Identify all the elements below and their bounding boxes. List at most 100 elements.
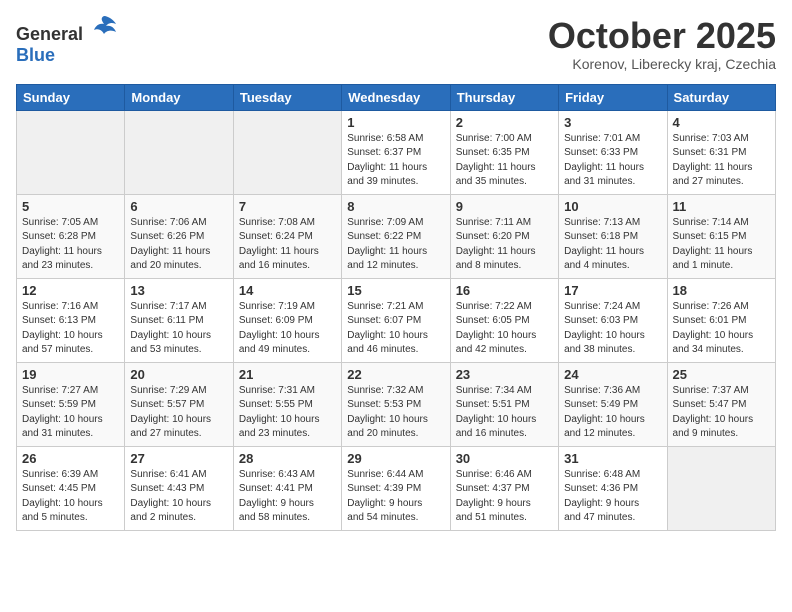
day-info: Sunrise: 7:13 AM Sunset: 6:18 PM Dayligh… [564,216,661,274]
day-info: Sunrise: 7:31 AM Sunset: 5:55 PM Dayligh… [239,384,336,442]
calendar-cell: 4Sunrise: 7:03 AM Sunset: 6:31 PM Daylig… [667,110,775,194]
calendar-cell: 8 Sunrise: 7:09 AM Sunset: 6:22 PM Daylig… [342,194,450,278]
day-info: Sunrise: 7:22 AM Sunset: 6:05 PM Dayligh… [456,300,553,358]
calendar-week-row: 1Sunrise: 6:58 AM Sunset: 6:37 PM Daylig… [17,110,776,194]
day-info: Sunrise: 7:27 AM Sunset: 5:59 PM Dayligh… [22,384,119,442]
day-number: 25 [673,367,770,382]
day-number: 26 [22,451,119,466]
day-info: Sunrise: 6:44 AM Sunset: 4:39 PM Dayligh… [347,468,444,526]
day-info: Sunrise: 6:43 AM Sunset: 4:41 PM Dayligh… [239,468,336,526]
day-info: Sunrise: 6:46 AM Sunset: 4:37 PM Dayligh… [456,468,553,526]
day-number: 14 [239,283,336,298]
calendar-cell: 2Sunrise: 7:00 AM Sunset: 6:35 PM Daylig… [450,110,558,194]
calendar-cell: 15Sunrise: 7:21 AM Sunset: 6:07 PM Dayli… [342,278,450,362]
weekday-header-saturday: Saturday [667,84,775,110]
day-number: 9 [456,199,553,214]
calendar-cell: 29 Sunrise: 6:44 AM Sunset: 4:39 PM Dayli… [342,446,450,530]
day-number: 8 [347,199,444,214]
day-info: Sunrise: 7:36 AM Sunset: 5:49 PM Dayligh… [564,384,661,442]
calendar-cell: 31 Sunrise: 6:48 AM Sunset: 4:36 PM Dayli… [559,446,667,530]
day-number: 13 [130,283,227,298]
day-number: 10 [564,199,661,214]
calendar-week-row: 12Sunrise: 7:16 AM Sunset: 6:13 PM Dayli… [17,278,776,362]
day-number: 4 [673,115,770,130]
day-number: 6 [130,199,227,214]
calendar-cell: 1Sunrise: 6:58 AM Sunset: 6:37 PM Daylig… [342,110,450,194]
calendar-cell: 16 Sunrise: 7:22 AM Sunset: 6:05 PM Dayli… [450,278,558,362]
day-info: Sunrise: 6:48 AM Sunset: 4:36 PM Dayligh… [564,468,661,526]
calendar-cell: 28 Sunrise: 6:43 AM Sunset: 4:41 PM Dayli… [233,446,341,530]
calendar-cell [233,110,341,194]
day-number: 2 [456,115,553,130]
day-info: Sunrise: 7:26 AM Sunset: 6:01 PM Dayligh… [673,300,770,358]
logo-general: General [16,24,83,44]
day-info: Sunrise: 7:17 AM Sunset: 6:11 PM Dayligh… [130,300,227,358]
calendar-cell: 17Sunrise: 7:24 AM Sunset: 6:03 PM Dayli… [559,278,667,362]
calendar-cell: 3 Sunrise: 7:01 AM Sunset: 6:33 PM Daylig… [559,110,667,194]
calendar-week-row: 26 Sunrise: 6:39 AM Sunset: 4:45 PM Dayli… [17,446,776,530]
day-info: Sunrise: 7:24 AM Sunset: 6:03 PM Dayligh… [564,300,661,358]
calendar-cell: 19 Sunrise: 7:27 AM Sunset: 5:59 PM Dayli… [17,362,125,446]
day-info: Sunrise: 6:39 AM Sunset: 4:45 PM Dayligh… [22,468,119,526]
day-number: 22 [347,367,444,382]
day-number: 23 [456,367,553,382]
day-number: 28 [239,451,336,466]
weekday-header-sunday: Sunday [17,84,125,110]
logo-blue: Blue [16,45,55,65]
title-block: October 2025 Korenov, Liberecky kraj, Cz… [548,16,776,72]
calendar-table: SundayMondayTuesdayWednesdayThursdayFrid… [16,84,776,531]
day-info: Sunrise: 7:06 AM Sunset: 6:26 PM Dayligh… [130,216,227,274]
day-number: 30 [456,451,553,466]
day-info: Sunrise: 7:19 AM Sunset: 6:09 PM Dayligh… [239,300,336,358]
day-number: 7 [239,199,336,214]
day-number: 19 [22,367,119,382]
day-number: 21 [239,367,336,382]
day-info: Sunrise: 7:34 AM Sunset: 5:51 PM Dayligh… [456,384,553,442]
calendar-cell: 7 Sunrise: 7:08 AM Sunset: 6:24 PM Daylig… [233,194,341,278]
day-number: 24 [564,367,661,382]
weekday-header-tuesday: Tuesday [233,84,341,110]
day-info: Sunrise: 7:08 AM Sunset: 6:24 PM Dayligh… [239,216,336,274]
day-number: 3 [564,115,661,130]
day-number: 29 [347,451,444,466]
day-info: Sunrise: 7:32 AM Sunset: 5:53 PM Dayligh… [347,384,444,442]
calendar-week-row: 5 Sunrise: 7:05 AM Sunset: 6:28 PM Daylig… [17,194,776,278]
day-info: Sunrise: 7:11 AM Sunset: 6:20 PM Dayligh… [456,216,553,274]
day-info: Sunrise: 7:05 AM Sunset: 6:28 PM Dayligh… [22,216,119,274]
calendar-cell: 6 Sunrise: 7:06 AM Sunset: 6:26 PM Daylig… [125,194,233,278]
day-number: 5 [22,199,119,214]
calendar-cell [125,110,233,194]
calendar-cell: 13 Sunrise: 7:17 AM Sunset: 6:11 PM Dayli… [125,278,233,362]
day-info: Sunrise: 6:41 AM Sunset: 4:43 PM Dayligh… [130,468,227,526]
calendar-cell: 26 Sunrise: 6:39 AM Sunset: 4:45 PM Dayli… [17,446,125,530]
day-number: 1 [347,115,444,130]
calendar-cell: 25Sunrise: 7:37 AM Sunset: 5:47 PM Dayli… [667,362,775,446]
day-number: 12 [22,283,119,298]
calendar-cell: 18 Sunrise: 7:26 AM Sunset: 6:01 PM Dayli… [667,278,775,362]
calendar-cell [667,446,775,530]
weekday-header-row: SundayMondayTuesdayWednesdayThursdayFrid… [17,84,776,110]
calendar-cell: 22 Sunrise: 7:32 AM Sunset: 5:53 PM Dayli… [342,362,450,446]
logo-bird-icon [90,12,118,40]
logo: General Blue [16,16,118,66]
day-number: 16 [456,283,553,298]
day-info: Sunrise: 7:01 AM Sunset: 6:33 PM Dayligh… [564,132,661,190]
day-number: 31 [564,451,661,466]
day-number: 18 [673,283,770,298]
calendar-cell: 10 Sunrise: 7:13 AM Sunset: 6:18 PM Dayli… [559,194,667,278]
month-title: October 2025 [548,16,776,56]
calendar-cell: 9 Sunrise: 7:11 AM Sunset: 6:20 PM Daylig… [450,194,558,278]
calendar-cell: 14 Sunrise: 7:19 AM Sunset: 6:09 PM Dayli… [233,278,341,362]
calendar-cell: 11 Sunrise: 7:14 AM Sunset: 6:15 PM Dayli… [667,194,775,278]
calendar-cell: 30 Sunrise: 6:46 AM Sunset: 4:37 PM Dayli… [450,446,558,530]
calendar-cell [17,110,125,194]
calendar-cell: 5 Sunrise: 7:05 AM Sunset: 6:28 PM Daylig… [17,194,125,278]
calendar-cell: 23 Sunrise: 7:34 AM Sunset: 5:51 PM Dayli… [450,362,558,446]
day-number: 20 [130,367,227,382]
weekday-header-thursday: Thursday [450,84,558,110]
calendar-cell: 20Sunrise: 7:29 AM Sunset: 5:57 PM Dayli… [125,362,233,446]
day-info: Sunrise: 7:09 AM Sunset: 6:22 PM Dayligh… [347,216,444,274]
day-info: Sunrise: 7:14 AM Sunset: 6:15 PM Dayligh… [673,216,770,274]
day-number: 11 [673,199,770,214]
day-info: Sunrise: 7:21 AM Sunset: 6:07 PM Dayligh… [347,300,444,358]
